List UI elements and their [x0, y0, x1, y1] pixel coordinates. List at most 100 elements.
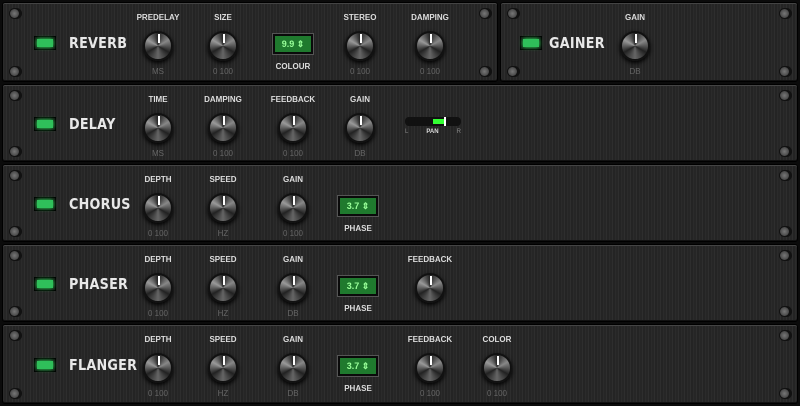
flanger-depth-knob[interactable] [143, 353, 173, 383]
flanger-rack: FLANGER DEPTH 0 100 SPEED HZ GAIN DB 3.7 ⇕ PHASE… [2, 324, 798, 404]
screw-icon [779, 306, 792, 317]
flanger-color-label: COLOR [482, 335, 512, 344]
up-down-arrow-icon[interactable]: ⇕ [359, 201, 370, 211]
reverb-colour-value[interactable]: 9.9 ⇕ [275, 36, 311, 52]
flanger-gain-knob[interactable] [278, 353, 308, 383]
screw-icon [779, 146, 792, 157]
screw-icon [9, 330, 22, 341]
led-icon [523, 39, 539, 47]
flanger-gain-label: GAIN [283, 335, 303, 344]
screw-icon [779, 170, 792, 181]
chorus-depth-knob[interactable] [143, 193, 173, 223]
flanger-phase-value[interactable]: 3.7 ⇕ [340, 358, 376, 374]
chorus-depth-control: DEPTH 0 100 [123, 175, 193, 238]
phaser-speed-knob[interactable] [208, 273, 238, 303]
delay-feedback-knob[interactable] [278, 113, 308, 143]
reverb-rack: REVERB PREDELAY MS SIZE 0 100 9.9 ⇕ COLOUR STER… [2, 2, 498, 82]
delay-title: DELAY [69, 115, 116, 133]
chorus-phase-spinbox[interactable]: 3.7 ⇕ [337, 195, 379, 217]
up-down-arrow-icon[interactable]: ⇕ [359, 281, 370, 291]
gainer-power-toggle[interactable] [520, 36, 542, 50]
phaser-phase-control: 3.7 ⇕ PHASE [323, 271, 393, 313]
flanger-gain-control: GAIN DB [258, 335, 328, 398]
up-down-arrow-icon[interactable]: ⇕ [359, 361, 370, 371]
screw-icon [9, 90, 22, 101]
reverb-predelay-label: PREDELAY [136, 13, 180, 22]
phaser-phase-spinbox[interactable]: 3.7 ⇕ [337, 275, 379, 297]
screw-icon [507, 8, 520, 19]
phaser-speed-label: SPEED [209, 255, 237, 264]
flanger-speed-control: SPEED HZ [188, 335, 258, 398]
delay-gain-knob[interactable] [345, 113, 375, 143]
pan-thumb[interactable] [444, 117, 447, 126]
reverb-damping-knob[interactable] [415, 31, 445, 61]
delay-power-toggle[interactable] [34, 117, 56, 131]
pan-labels: L PAN R [405, 129, 461, 135]
reverb-size-knob[interactable] [208, 31, 238, 61]
screw-icon [9, 250, 22, 261]
flanger-speed-knob[interactable] [208, 353, 238, 383]
reverb-stereo-control: STEREO 0 100 [325, 13, 395, 76]
flanger-phase-label: PHASE [344, 384, 372, 393]
flanger-feedback-control: FEEDBACK 0 100 [395, 335, 465, 398]
flanger-phase-control: 3.7 ⇕ PHASE [323, 351, 393, 393]
reverb-power-toggle[interactable] [34, 36, 56, 50]
reverb-predelay-unit: MS [152, 67, 164, 76]
delay-damping-label: DAMPING [204, 95, 242, 104]
phaser-phase-value[interactable]: 3.7 ⇕ [340, 278, 376, 294]
phaser-depth-control: DEPTH 0 100 [123, 255, 193, 318]
chorus-gain-knob[interactable] [278, 193, 308, 223]
screw-icon [507, 66, 520, 77]
flanger-phase-spinbox[interactable]: 3.7 ⇕ [337, 355, 379, 377]
phaser-depth-knob[interactable] [143, 273, 173, 303]
chorus-power-toggle[interactable] [34, 197, 56, 211]
flanger-color-knob[interactable] [482, 353, 512, 383]
reverb-stereo-knob[interactable] [345, 31, 375, 61]
reverb-stereo-unit: 0 100 [349, 67, 371, 76]
delay-pan-slider[interactable]: L PAN R [405, 117, 461, 135]
chorus-phase-value[interactable]: 3.7 ⇕ [340, 198, 376, 214]
reverb-title: REVERB [69, 34, 128, 52]
delay-damping-control: DAMPING 0 100 [188, 95, 258, 158]
screw-icon [479, 8, 492, 19]
flanger-speed-unit: HZ [217, 389, 229, 398]
screw-icon [9, 66, 22, 77]
phaser-feedback-label: FEEDBACK [407, 255, 453, 264]
pan-track[interactable] [405, 117, 461, 126]
reverb-colour-spinbox[interactable]: 9.9 ⇕ [272, 33, 314, 55]
delay-damping-knob[interactable] [208, 113, 238, 143]
delay-time-unit: MS [152, 149, 164, 158]
delay-gain-unit: DB [354, 149, 366, 158]
delay-feedback-unit: 0 100 [282, 149, 304, 158]
delay-time-label: TIME [148, 95, 168, 104]
phaser-speed-control: SPEED HZ [188, 255, 258, 318]
phaser-gain-knob[interactable] [278, 273, 308, 303]
pan-left-label: L [405, 129, 409, 135]
screw-icon [779, 388, 792, 399]
reverb-damping-unit: 0 100 [419, 67, 441, 76]
gainer-gain-control: GAIN DB [600, 13, 670, 76]
phaser-gain-unit: DB [287, 309, 299, 318]
phaser-feedback-knob[interactable] [415, 273, 445, 303]
led-icon [37, 200, 53, 208]
delay-time-knob[interactable] [143, 113, 173, 143]
reverb-damping-label: DAMPING [411, 13, 449, 22]
chorus-phase-value-text: 3.7 [346, 201, 360, 211]
flanger-power-toggle[interactable] [34, 358, 56, 372]
reverb-predelay-knob[interactable] [143, 31, 173, 61]
flanger-feedback-knob[interactable] [415, 353, 445, 383]
reverb-colour-control: 9.9 ⇕ COLOUR [258, 29, 328, 71]
chorus-speed-knob[interactable] [208, 193, 238, 223]
reverb-size-label: SIZE [214, 13, 232, 22]
flanger-color-control: COLOR 0 100 [462, 335, 532, 398]
screw-icon [779, 66, 792, 77]
reverb-damping-control: DAMPING 0 100 [395, 13, 465, 76]
gainer-gain-unit: DB [629, 67, 641, 76]
led-icon [37, 39, 53, 47]
phaser-power-toggle[interactable] [34, 277, 56, 291]
up-down-arrow-icon[interactable]: ⇕ [294, 39, 305, 49]
gainer-gain-knob[interactable] [620, 31, 650, 61]
phaser-phase-value-text: 3.7 [346, 281, 360, 291]
delay-feedback-label: FEEDBACK [270, 95, 316, 104]
phaser-gain-label: GAIN [283, 255, 303, 264]
